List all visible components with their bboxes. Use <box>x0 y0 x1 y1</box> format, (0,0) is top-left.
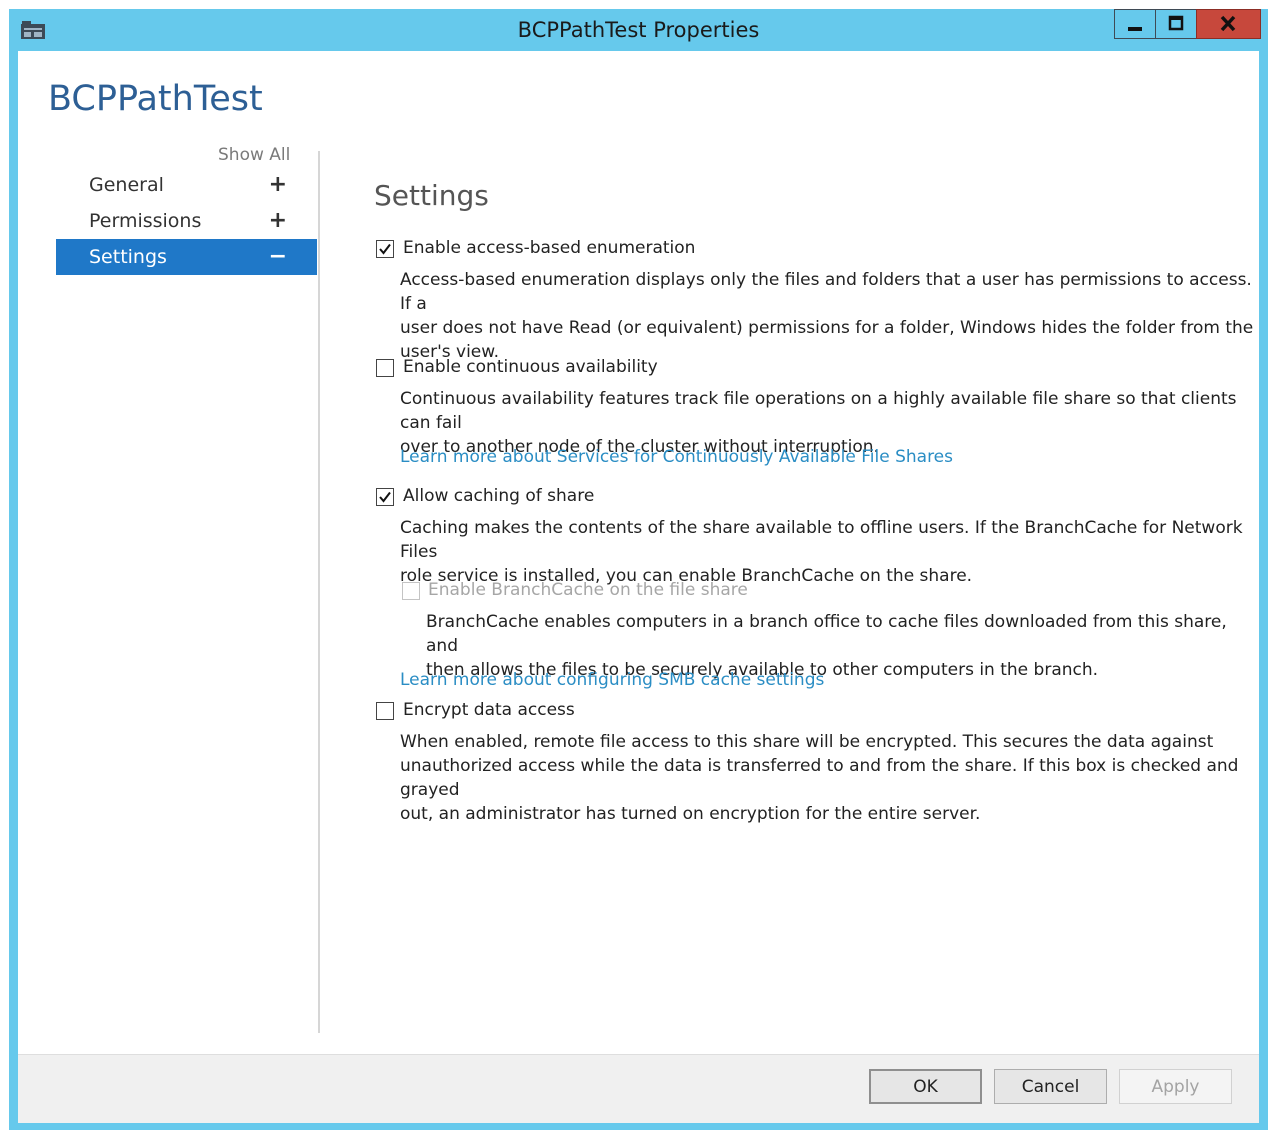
desc-line: user does not have Read (or equivalent) … <box>400 318 1254 338</box>
title-bar[interactable]: BCPPathTest Properties <box>9 9 1268 51</box>
nav-item-label: Permissions <box>89 210 202 232</box>
abe-checkbox[interactable] <box>376 240 394 258</box>
collapse-icon[interactable]: − <box>269 239 287 275</box>
nav-item-general[interactable]: General + <box>56 167 317 203</box>
desc-line: Caching makes the contents of the share … <box>400 518 1243 562</box>
encrypt-label[interactable]: Encrypt data access <box>403 700 575 720</box>
nav-divider <box>318 151 320 1033</box>
maximize-icon <box>1168 15 1184 31</box>
checkmark-icon <box>379 243 391 255</box>
nav-item-label: Settings <box>89 246 167 268</box>
expand-icon[interactable]: + <box>269 203 287 239</box>
desc-line: Continuous availability features track f… <box>400 389 1237 433</box>
desc-line: out, an administrator has turned on encr… <box>400 804 981 824</box>
caching-label[interactable]: Allow caching of share <box>403 486 594 506</box>
minimize-icon <box>1128 27 1142 31</box>
branchcache-label: Enable BranchCache on the file share <box>428 580 748 600</box>
smb-cache-learn-more-link[interactable]: Learn more about configuring SMB cache s… <box>400 670 824 690</box>
nav-item-settings[interactable]: Settings − <box>56 239 317 275</box>
caching-checkbox[interactable] <box>376 488 394 506</box>
abe-description: Access-based enumeration displays only t… <box>400 268 1259 364</box>
checkmark-icon <box>379 491 391 503</box>
close-icon <box>1220 15 1236 32</box>
apply-button[interactable]: Apply <box>1119 1069 1232 1104</box>
close-button[interactable] <box>1196 9 1261 39</box>
nav-item-permissions[interactable]: Permissions + <box>56 203 317 239</box>
ok-button[interactable]: OK <box>869 1069 982 1104</box>
dialog-body: BCPPathTest Show All General + Permissio… <box>18 51 1259 1123</box>
ca-checkbox[interactable] <box>376 359 394 377</box>
properties-window: BCPPathTest Properties BCPPathTest Show … <box>9 9 1268 1130</box>
desc-line: unauthorized access while the data is tr… <box>400 756 1239 800</box>
ca-learn-more-link[interactable]: Learn more about Services for Continuous… <box>400 447 953 467</box>
show-all-link[interactable]: Show All <box>218 145 290 165</box>
encrypt-checkbox[interactable] <box>376 702 394 720</box>
desc-line: When enabled, remote file access to this… <box>400 732 1214 752</box>
caching-description: Caching makes the contents of the share … <box>400 516 1259 588</box>
desc-line: Access-based enumeration displays only t… <box>400 270 1252 314</box>
cancel-button[interactable]: Cancel <box>994 1069 1107 1104</box>
abe-label[interactable]: Enable access-based enumeration <box>403 238 695 258</box>
minimize-button[interactable] <box>1114 9 1156 39</box>
expand-icon[interactable]: + <box>269 167 287 203</box>
branchcache-checkbox[interactable] <box>402 582 420 600</box>
nav-item-label: General <box>89 174 164 196</box>
page-title: BCPPathTest <box>48 79 263 119</box>
desc-line: BranchCache enables computers in a branc… <box>426 612 1227 656</box>
ca-label[interactable]: Enable continuous availability <box>403 357 658 377</box>
dialog-footer: OK Cancel Apply <box>18 1054 1259 1123</box>
encrypt-description: When enabled, remote file access to this… <box>400 730 1259 826</box>
section-title: Settings <box>374 179 489 212</box>
window-title: BCPPathTest Properties <box>517 18 760 42</box>
maximize-button[interactable] <box>1155 9 1197 39</box>
